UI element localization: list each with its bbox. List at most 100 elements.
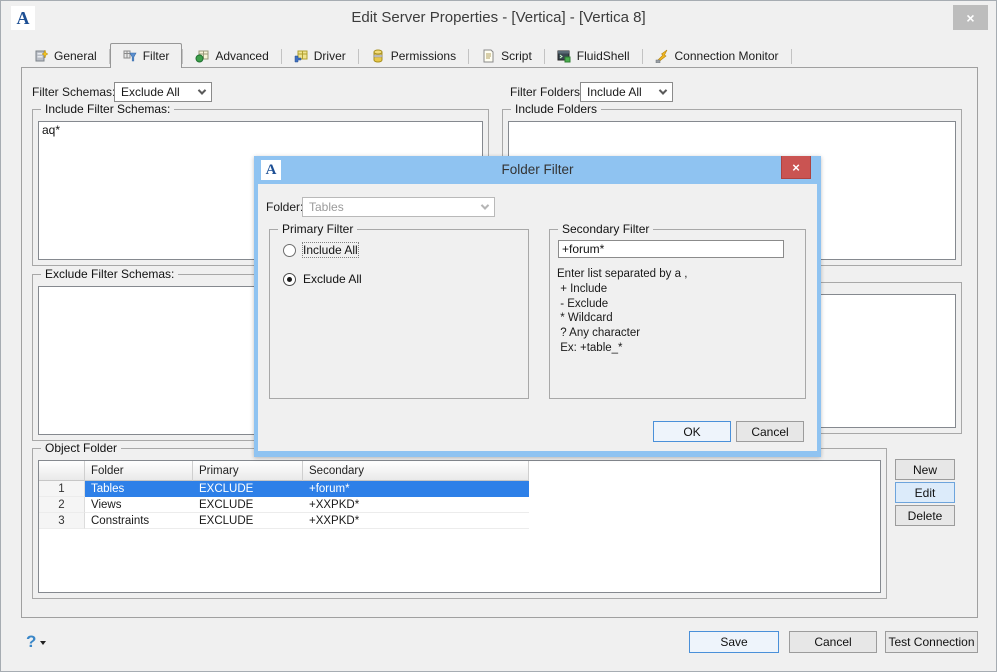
include-all-radio-label: Include All xyxy=(302,242,359,258)
connection-monitor-icon xyxy=(655,49,669,64)
folder-select-value: Tables xyxy=(309,200,344,214)
include-folders-legend: Include Folders xyxy=(511,102,602,116)
folder-select[interactable]: Tables xyxy=(302,197,495,217)
row-folder: Tables xyxy=(85,481,193,497)
filter-folders-select[interactable]: Include All xyxy=(580,82,673,102)
exclude-filter-schemas-legend: Exclude Filter Schemas: xyxy=(41,267,179,281)
edit-button[interactable]: Edit xyxy=(895,482,955,503)
radio-unselected-icon xyxy=(283,243,296,257)
fluidshell-icon xyxy=(557,49,571,63)
table-row[interactable]: 3 Constraints EXCLUDE +XXPKD* xyxy=(39,513,880,529)
modal-close-button[interactable]: × xyxy=(781,156,811,179)
row-folder: Views xyxy=(85,497,193,513)
tab-permissions-label: Permissions xyxy=(390,49,457,63)
object-folder-legend: Object Folder xyxy=(41,441,122,455)
tab-permissions[interactable]: Permissions xyxy=(359,44,468,68)
table-row[interactable]: 2 Views EXCLUDE +XXPKD* xyxy=(39,497,880,513)
modal-title: Folder Filter xyxy=(501,162,574,177)
tab-filter[interactable]: Filter xyxy=(109,43,183,68)
folder-label: Folder: xyxy=(266,200,304,214)
row-number: 1 xyxy=(39,481,85,497)
include-all-radio[interactable]: Include All xyxy=(283,242,359,258)
help-line: Ex: +table_* xyxy=(557,341,623,354)
row-number: 3 xyxy=(39,513,85,529)
exclude-all-radio-label: Exclude All xyxy=(303,272,362,286)
modal-titlebar: A Folder Filter × xyxy=(254,156,821,184)
window-title: Edit Server Properties - [Vertica] - [Ve… xyxy=(351,9,646,26)
filter-schemas-select[interactable]: Exclude All xyxy=(114,82,212,102)
help-line: - Exclude xyxy=(557,297,609,310)
row-primary: EXCLUDE xyxy=(193,481,303,497)
row-secondary: +forum* xyxy=(303,481,529,497)
window-titlebar: A Edit Server Properties - [Vertica] - [… xyxy=(1,1,996,35)
filter-schemas-value: Exclude All xyxy=(121,85,180,99)
tab-advanced-label: Advanced xyxy=(215,49,269,63)
radio-selected-icon xyxy=(283,272,296,286)
permissions-icon xyxy=(371,49,385,63)
edit-server-properties-window: A Edit Server Properties - [Vertica] - [… xyxy=(0,0,997,672)
driver-icon xyxy=(294,49,308,63)
tab-connection-monitor-label: Connection Monitor xyxy=(674,49,779,63)
advanced-icon xyxy=(195,49,209,63)
primary-filter-legend: Primary Filter xyxy=(278,222,358,236)
test-connection-button[interactable]: Test Connection xyxy=(885,631,978,653)
row-number: 2 xyxy=(39,497,85,513)
cancel-button[interactable]: Cancel xyxy=(789,631,877,653)
table-row[interactable]: 1 Tables EXCLUDE +forum* xyxy=(39,481,880,497)
chevron-down-icon xyxy=(480,201,490,210)
tab-driver[interactable]: Driver xyxy=(282,44,358,68)
filter-folders-label: Filter Folders: xyxy=(510,85,584,99)
row-secondary: +XXPKD* xyxy=(303,497,529,513)
tab-filter-label: Filter xyxy=(142,49,170,63)
tab-general[interactable]: General xyxy=(22,44,109,68)
filter-icon xyxy=(123,49,137,63)
close-icon: × xyxy=(966,9,975,26)
exclude-all-radio[interactable]: Exclude All xyxy=(283,272,362,286)
table-header-primary[interactable]: Primary xyxy=(193,461,303,481)
secondary-filter-legend: Secondary Filter xyxy=(558,222,654,236)
row-secondary: +XXPKD* xyxy=(303,513,529,529)
script-icon xyxy=(481,49,495,63)
new-button[interactable]: New xyxy=(895,459,955,480)
help-line: Enter list separated by a , xyxy=(557,268,688,280)
modal-cancel-button[interactable]: Cancel xyxy=(736,421,804,442)
delete-button[interactable]: Delete xyxy=(895,505,955,526)
filter-folders-value: Include All xyxy=(587,85,642,99)
tab-script[interactable]: Script xyxy=(469,44,544,68)
ok-button[interactable]: OK xyxy=(653,421,731,442)
tab-connection-monitor[interactable]: Connection Monitor xyxy=(643,44,791,68)
tab-separator xyxy=(790,49,792,64)
help-menu-button[interactable]: ? xyxy=(26,632,47,651)
help-line: + Include xyxy=(557,282,608,295)
help-line: ? Any character xyxy=(557,327,641,340)
primary-filter-group: Primary Filter Include All Exclude All xyxy=(269,222,529,399)
tab-fluidshell-label: FluidShell xyxy=(576,49,630,63)
close-icon: × xyxy=(792,159,800,175)
table-header-folder[interactable]: Folder xyxy=(85,461,193,481)
tab-general-label: General xyxy=(54,49,97,63)
tab-strip: General Filter Advanced Driver Permissio… xyxy=(22,43,792,68)
secondary-filter-group: Secondary Filter Enter list separated by… xyxy=(549,222,806,399)
include-filter-schemas-legend: Include Filter Schemas: xyxy=(41,102,175,116)
table-header-secondary[interactable]: Secondary xyxy=(303,461,529,481)
tab-script-label: Script xyxy=(501,49,532,63)
row-primary: EXCLUDE xyxy=(193,497,303,513)
save-button[interactable]: Save xyxy=(689,631,779,653)
window-close-button[interactable]: × xyxy=(953,5,988,30)
row-primary: EXCLUDE xyxy=(193,513,303,529)
table-header-row: Folder Primary Secondary xyxy=(39,461,880,481)
table-header-num[interactable] xyxy=(39,461,85,481)
general-icon xyxy=(34,49,49,63)
object-folder-group: Object Folder Folder Primary Secondary 1… xyxy=(32,441,887,599)
secondary-filter-input[interactable] xyxy=(558,240,784,258)
tab-advanced[interactable]: Advanced xyxy=(183,44,280,68)
tab-driver-label: Driver xyxy=(313,49,346,63)
folder-filter-dialog: A Folder Filter × Folder: Tables Primary… xyxy=(254,156,821,457)
tab-fluidshell[interactable]: FluidShell xyxy=(545,44,642,68)
object-folder-table: Folder Primary Secondary 1 Tables EXCLUD… xyxy=(38,460,881,593)
caret-down-icon xyxy=(40,641,47,645)
secondary-filter-help: Enter list separated by a , + Include - … xyxy=(557,267,687,356)
help-icon: ? xyxy=(26,632,37,651)
row-folder: Constraints xyxy=(85,513,193,529)
chevron-down-icon xyxy=(658,86,668,95)
